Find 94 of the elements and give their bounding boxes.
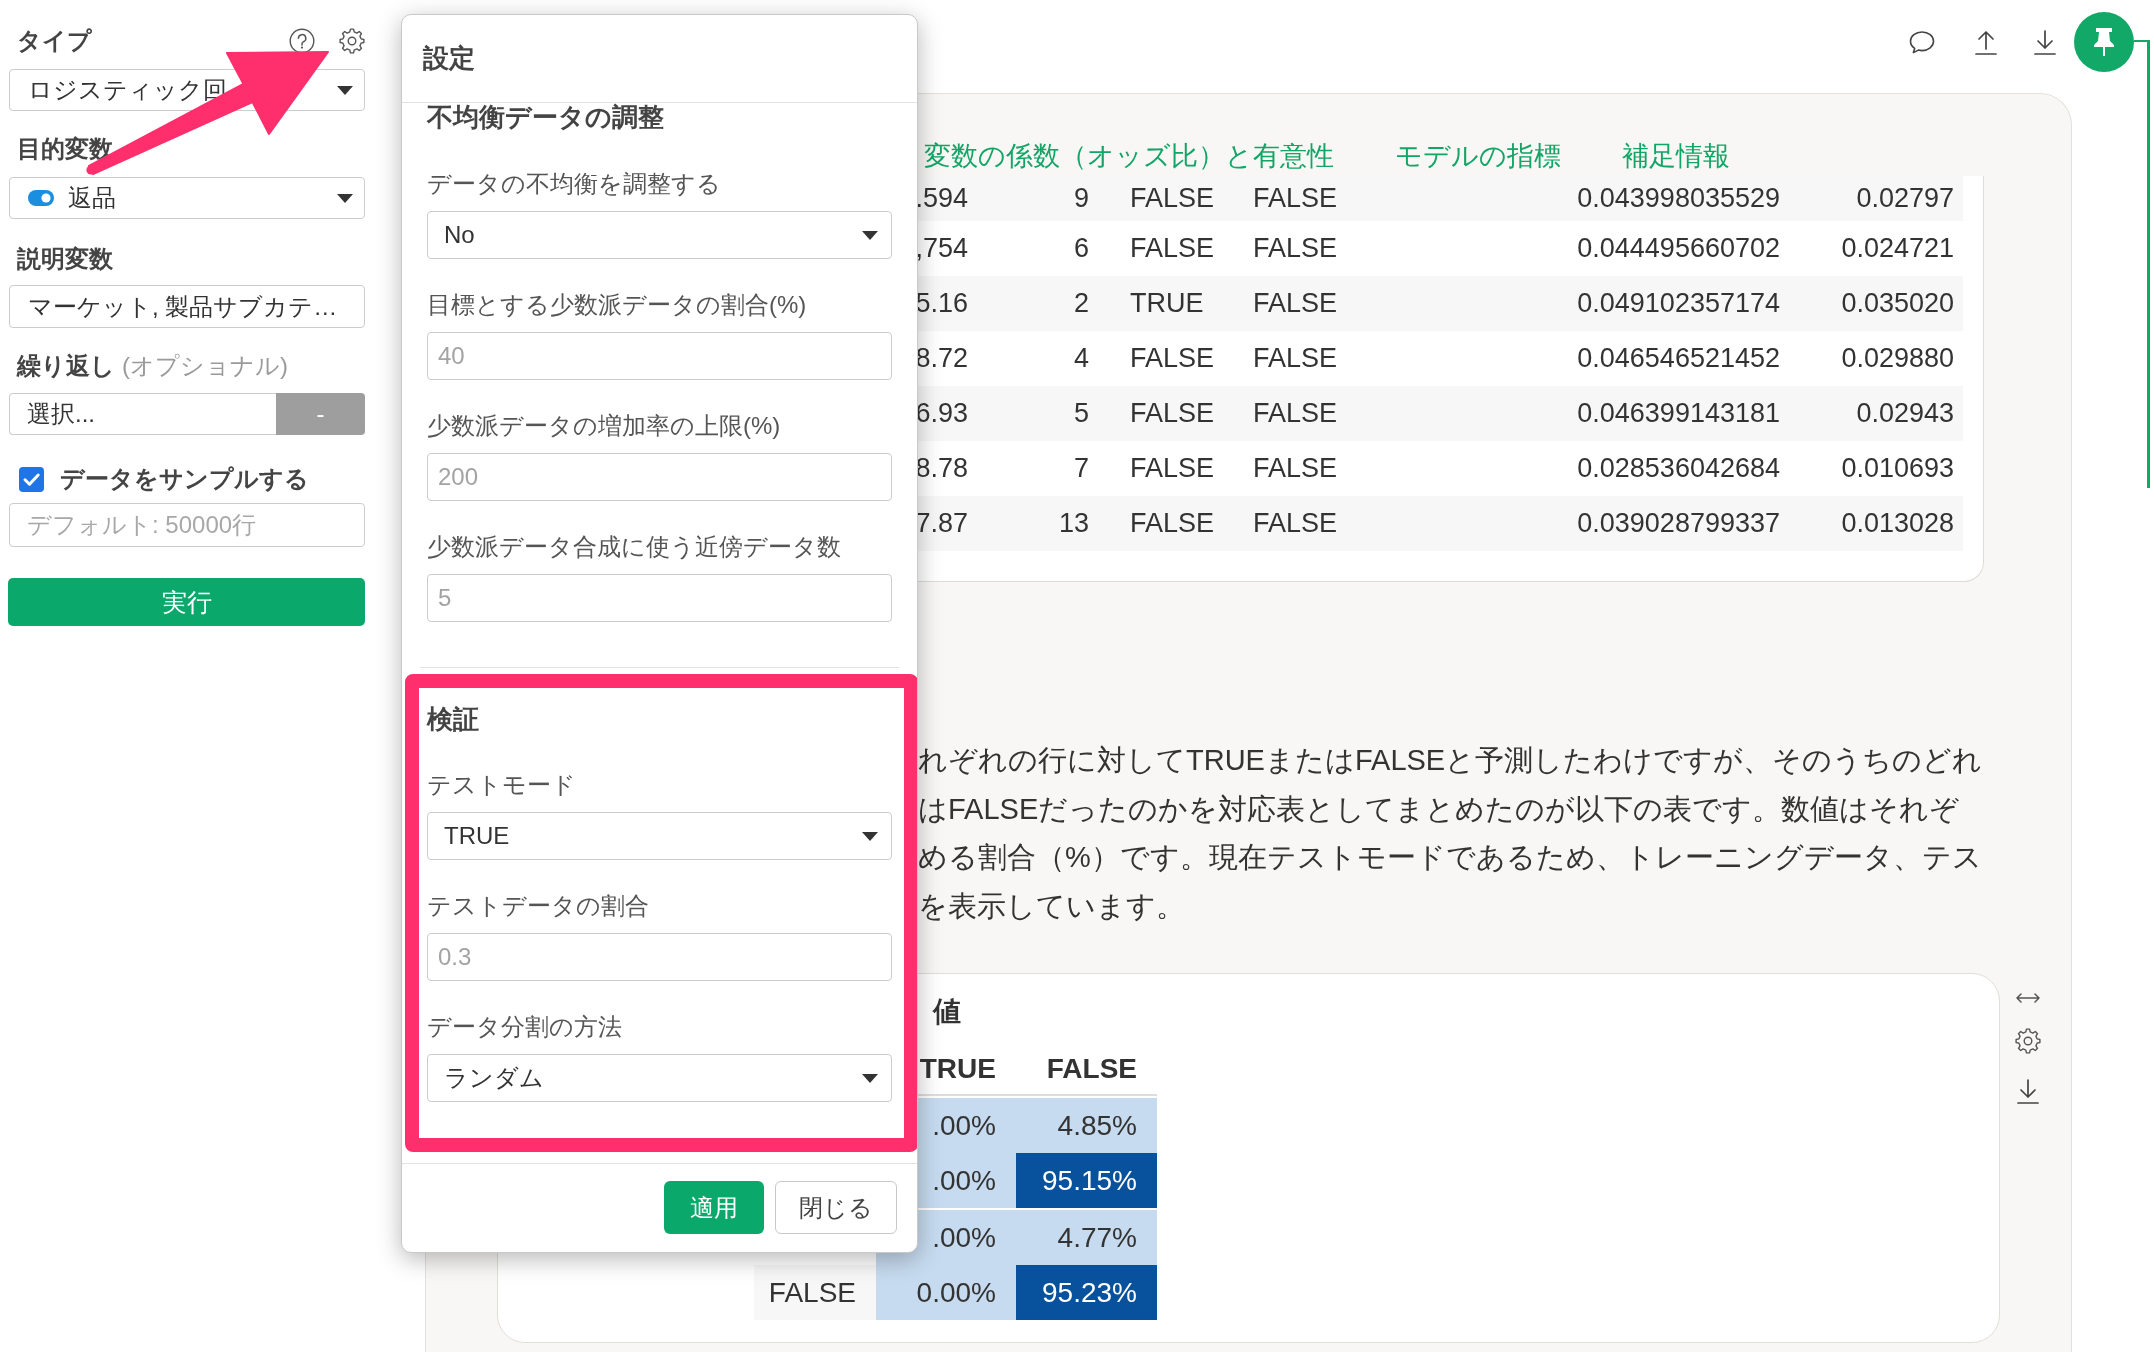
table-cell: 95.23% [1016, 1265, 1157, 1320]
download-icon[interactable] [2015, 1077, 2041, 1105]
table-cell: 0.00% [876, 1265, 1016, 1320]
table-value: TRUE [1130, 288, 1204, 318]
checkbox[interactable] [19, 466, 44, 492]
table-cell: 4.85% [1016, 1098, 1157, 1153]
table-value: 4 [1073, 343, 1089, 373]
comment-icon[interactable] [1908, 28, 1936, 55]
column-header: FALSE [1046, 1053, 1137, 1085]
optional-hint: (オプショナル) [122, 352, 288, 380]
close-button[interactable]: 閉じる [775, 1181, 897, 1234]
checkbox-label: データをサンプルする [60, 465, 309, 493]
field-label: データ分割の方法 [427, 1012, 622, 1042]
table-value: FALSE [1253, 453, 1338, 483]
section-heading: 不均衡データの調整 [427, 103, 664, 131]
table-value: 0.035020 [1841, 288, 1954, 318]
dialog-title: 設定 [423, 42, 475, 75]
table-value: 0.046399143181 [1577, 398, 1780, 428]
table-value: FALSE [1130, 233, 1215, 263]
table-value: 0.028536042684 [1577, 453, 1780, 483]
dropdown[interactable]: No [427, 211, 892, 259]
table-value: 5 [1073, 398, 1089, 428]
table-value: FALSE [1130, 398, 1215, 428]
column-header: TRUE [919, 1053, 996, 1085]
table-value: FALSE [1253, 343, 1338, 373]
settings-icon[interactable] [339, 28, 365, 54]
caret-icon [862, 1073, 878, 1083]
table-value: 0.010693 [1841, 453, 1954, 483]
description-text: れぞれの行に対してTRUEまたはFALSEと予測したわけですが、そのうちのどれ はFALSEだったのかを対応表としてまとめたのが以下の表です。数値はそれぞ める割合（%）です。現在テストモードであるため、トレーニングデータ、テス を表示しています。 [918, 743, 1983, 924]
table-value: 0.02797 [1856, 183, 1954, 213]
table-value: FALSE [1253, 233, 1338, 263]
table-value: 0.013028 [1841, 508, 1954, 538]
table-value: 0.02943 [1856, 398, 1954, 428]
toggle-icon [28, 190, 54, 206]
table-value: FALSE [1130, 453, 1215, 483]
table-value: 9 [1073, 183, 1089, 213]
table-value: 2 [1073, 288, 1089, 318]
table-value: 7 [1073, 453, 1089, 483]
download-icon[interactable] [2032, 27, 2058, 56]
help-icon[interactable] [289, 28, 315, 54]
row-header: FALSE [754, 1265, 876, 1320]
dropdown[interactable]: ランダム [427, 1054, 892, 1102]
double-arrow-icon[interactable] [2015, 991, 2041, 1005]
table-title: 値 [933, 995, 961, 1029]
field-label: テストモード [427, 770, 576, 800]
table-value: FALSE [1253, 288, 1338, 318]
field-label: 少数派データ合成に使う近傍データ数 [427, 532, 841, 562]
settings-icon[interactable] [2015, 1028, 2041, 1054]
table-value: ,754 [915, 233, 968, 263]
field-label: 少数派データの増加率の上限(%) [427, 411, 781, 441]
table-value: FALSE [1130, 183, 1215, 213]
table-value: 5.16 [915, 288, 968, 318]
caret-icon [337, 85, 353, 95]
input-field[interactable]: 40 [427, 332, 892, 380]
table-value: 0.043998035529 [1577, 183, 1780, 213]
target-dropdown[interactable]: 返品 [9, 177, 365, 219]
table-value: 0.029880 [1841, 343, 1954, 373]
repeat-field[interactable]: 選択... [9, 393, 276, 435]
table-value: FALSE [1253, 183, 1338, 213]
table-value: FALSE [1253, 398, 1338, 428]
table-cell: 4.77% [1016, 1210, 1157, 1265]
field-label: 繰り返し [17, 352, 115, 380]
sample-size-field[interactable]: デフォルト: 50000行 [9, 503, 365, 547]
field-label: データの不均衡を調整する [427, 169, 721, 199]
table-value: FALSE [1130, 343, 1215, 373]
caret-icon [862, 831, 878, 841]
table-value: .594 [915, 183, 968, 213]
dropdown[interactable]: TRUE [427, 812, 892, 860]
input-field[interactable]: 0.3 [427, 933, 892, 981]
table-value: 0.039028799337 [1577, 508, 1780, 538]
pin-icon[interactable] [2074, 11, 2134, 72]
predictors-field[interactable]: マーケット, 製品サブカテ… [9, 285, 365, 328]
table-value: 0.046546521452 [1577, 343, 1780, 373]
field-label: 説明変数 [17, 245, 113, 273]
field-label: 目標とする少数派データの割合(%) [427, 290, 807, 320]
caret-icon [862, 230, 878, 240]
table-value: 7.87 [915, 508, 968, 538]
table-value: 0.024721 [1841, 233, 1954, 263]
field-label: タイプ [17, 27, 92, 55]
table-value: 0.044495660702 [1577, 233, 1780, 263]
table-value: 13 [1058, 508, 1089, 538]
table-cell: 95.15% [1016, 1153, 1157, 1208]
table-value: 8.78 [915, 453, 968, 483]
table-value: FALSE [1130, 508, 1215, 538]
table-value: 8.72 [915, 343, 968, 373]
input-field[interactable]: 5 [427, 574, 892, 622]
table-value: 6.93 [915, 398, 968, 428]
table-value: 6 [1073, 233, 1089, 263]
input-field[interactable]: 200 [427, 453, 892, 501]
field-label: テストデータの割合 [427, 891, 649, 921]
section-heading: 検証 [427, 705, 479, 733]
caret-icon [337, 193, 353, 203]
table-value: FALSE [1253, 508, 1338, 538]
table-value: 0.049102357174 [1577, 288, 1780, 318]
